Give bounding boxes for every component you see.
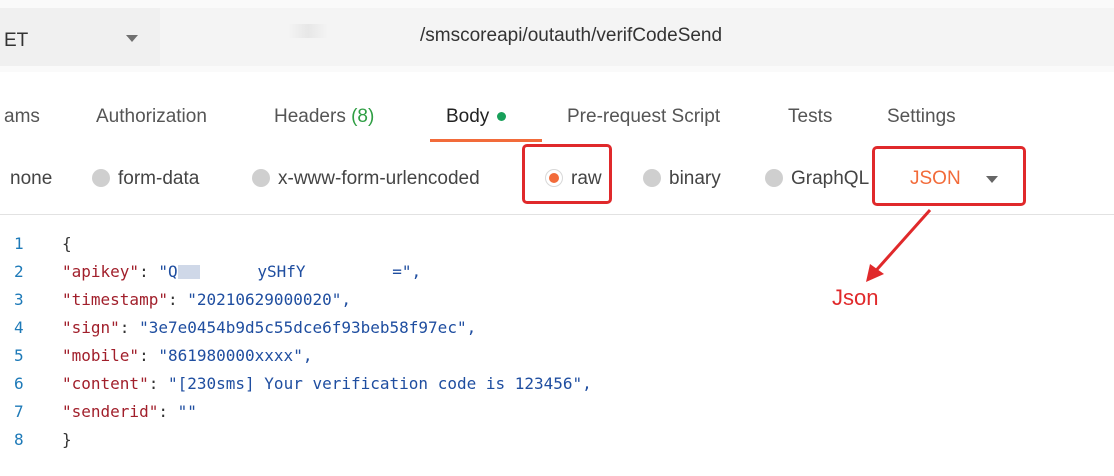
- annotation-arrow-icon: [866, 209, 932, 282]
- annotation-label: Json: [832, 285, 879, 310]
